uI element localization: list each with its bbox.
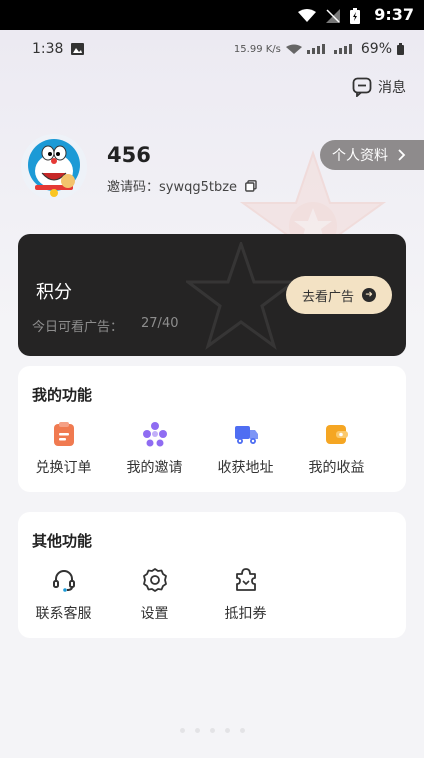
page-dot [224, 728, 230, 733]
battery-icon [397, 43, 404, 55]
function-label: 联系客服 [35, 606, 92, 622]
function-label: 设置 [140, 606, 169, 622]
function-label: 兑换订单 [35, 460, 92, 476]
page-dot [209, 728, 215, 733]
points-card: 积分 今日可看广告： 27/40 去看广告 ➜ [18, 234, 406, 356]
gear-icon [142, 568, 167, 592]
points-title: 积分 [36, 282, 72, 303]
page-dot [179, 728, 185, 733]
battery-percent: 69% [360, 41, 392, 57]
message-button[interactable]: 消息 [352, 77, 406, 97]
wallet-icon [325, 425, 348, 444]
ads-label: 今日可看广告： [32, 320, 124, 335]
function-label: 抵扣券 [224, 606, 267, 622]
chevron-right-icon [398, 149, 406, 161]
profile-button[interactable]: 个人资料 [320, 140, 424, 170]
invite-code-row: 邀请码：sywqg5tbze [107, 176, 257, 195]
cellular-signal-icon [306, 44, 325, 54]
page-dot [194, 728, 200, 733]
truck-icon [234, 426, 258, 444]
function-my-invites[interactable]: 我的邀请 [109, 421, 200, 477]
inner-clock: 1:38 [32, 41, 64, 57]
other-functions-title: 其他功能 [32, 532, 93, 550]
invite-code: sywqg5tbze [159, 180, 238, 195]
profile-button-label: 个人资料 [332, 148, 388, 164]
function-customer-service[interactable]: 联系客服 [18, 567, 109, 623]
other-functions-section: 其他功能 联系客服 设置 抵扣券 [18, 512, 406, 638]
app-screen: 1:38 15.99 K/s 69% 消息 456 邀请码：sywqg5tbze [0, 30, 424, 758]
watch-ads-label: 去看广告 [301, 289, 354, 305]
function-label: 收获地址 [217, 460, 274, 476]
network-speed: 15.99 K/s [233, 43, 281, 55]
headset-icon [52, 570, 75, 592]
function-settings[interactable]: 设置 [109, 567, 200, 623]
ads-remaining: 今日可看广告： 27/40 [32, 316, 178, 335]
people-icon [142, 422, 167, 447]
inner-status-bar: 1:38 15.99 K/s 69% [32, 40, 404, 58]
arrow-right-icon: ➜ [362, 288, 376, 302]
function-exchange-orders[interactable]: 兑换订单 [18, 421, 109, 477]
function-shipping-address[interactable]: 收获地址 [200, 421, 291, 477]
page-indicator [0, 728, 424, 733]
wifi-signal-icon [285, 44, 302, 54]
coupon-icon [235, 568, 256, 591]
system-status-icons [298, 8, 360, 24]
system-status-bar: 9:37 [0, 0, 424, 30]
system-clock: 9:37 [374, 5, 414, 24]
function-label: 我的收益 [308, 460, 365, 476]
function-label: 我的邀请 [126, 460, 183, 476]
copy-icon[interactable] [245, 179, 257, 192]
star-decoration-icon [186, 242, 296, 350]
avatar[interactable] [20, 133, 88, 201]
username: 456 [107, 143, 151, 167]
no-signal-icon [326, 9, 340, 23]
message-icon [352, 77, 372, 97]
wifi-icon [298, 9, 316, 22]
function-coupons[interactable]: 抵扣券 [200, 567, 291, 623]
invite-label: 邀请码： [107, 180, 160, 195]
gallery-icon [71, 43, 85, 55]
my-functions-title: 我的功能 [32, 386, 93, 404]
page-dot [239, 728, 245, 733]
clipboard-icon [53, 422, 74, 446]
watch-ads-button[interactable]: 去看广告 ➜ [286, 276, 392, 314]
ads-count: 27/40 [141, 316, 179, 331]
function-my-earnings[interactable]: 我的收益 [291, 421, 382, 477]
battery-charging-icon [350, 8, 360, 24]
cellular-signal-2-icon [333, 44, 352, 54]
my-functions-section: 我的功能 兑换订单 我的邀请 收获地址 我的收益 [18, 366, 406, 492]
message-label: 消息 [378, 80, 406, 96]
